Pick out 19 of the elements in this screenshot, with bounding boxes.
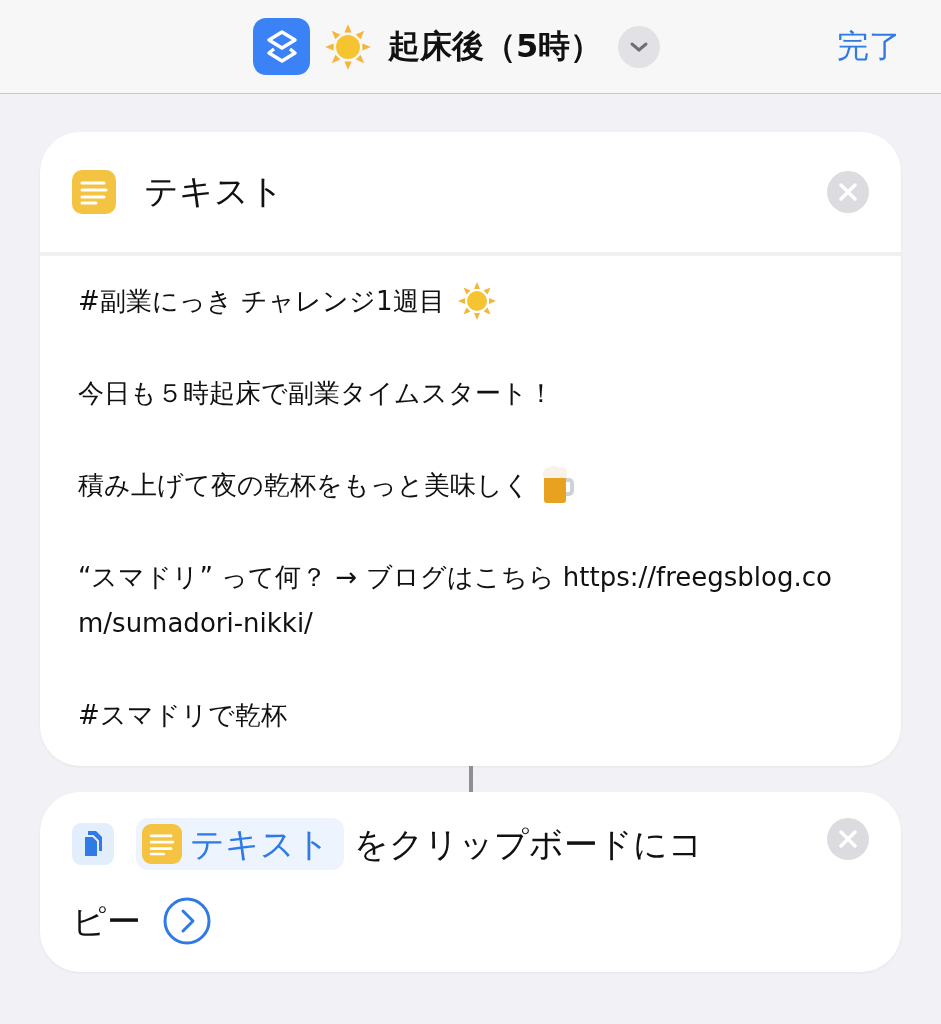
text-paragraph: #副業にっき チャレンジ1週目 xyxy=(78,285,445,318)
text-document-icon xyxy=(142,824,182,864)
text-document-icon xyxy=(72,170,116,214)
text-paragraph: #スマドリで乾杯 xyxy=(78,699,287,732)
sun-icon xyxy=(456,281,497,321)
expand-button[interactable] xyxy=(163,897,211,945)
action-label: をクリップボードにコ xyxy=(354,823,703,866)
shortcut-title: 起床後（5時） xyxy=(388,25,603,67)
text-paragraph: “スマドリ” って何？ → ブログはこちら https://freegsblog.com/sumadori-nikki/ xyxy=(78,561,833,640)
app-icon[interactable] xyxy=(253,18,310,75)
done-button[interactable]: 完了 xyxy=(837,24,901,69)
text-paragraph: 今日も５時起床で副業タイムスタート！ xyxy=(78,377,554,410)
sun-icon xyxy=(324,22,372,71)
action-label: ピー xyxy=(72,900,141,943)
text-paragraph: 積み上げて夜の乾杯をもっと美味しく xyxy=(78,469,530,502)
action-title: テキスト xyxy=(144,170,285,213)
variable-token[interactable]: テキスト xyxy=(136,818,344,870)
beer-mug-icon xyxy=(542,466,576,504)
chevron-down-icon xyxy=(629,40,650,53)
